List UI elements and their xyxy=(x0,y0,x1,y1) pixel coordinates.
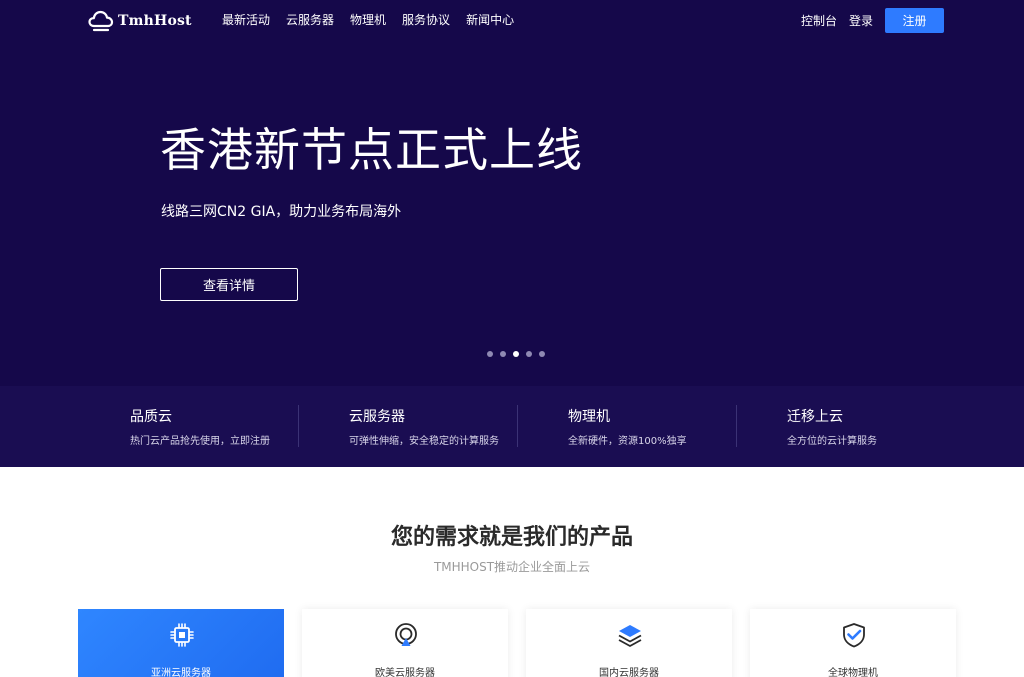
carousel-dots xyxy=(487,351,545,357)
hero-title: 香港新节点正式上线 xyxy=(160,123,583,177)
console-link[interactable]: 控制台 xyxy=(801,12,837,29)
carousel-dot-5[interactable] xyxy=(539,351,545,357)
hero-subtitle: 线路三网CN2 GIA，助力业务布局海外 xyxy=(161,204,402,220)
products-section-title: 您的需求就是我们的产品 xyxy=(390,525,633,550)
login-link[interactable]: 登录 xyxy=(849,12,873,29)
feature-title: 物理机 xyxy=(568,409,610,425)
brand-name: TmhHost xyxy=(118,13,192,29)
logo[interactable]: TmhHost xyxy=(88,8,192,34)
feature-desc: 全新硬件，资源100%独享 xyxy=(568,436,687,447)
feature-title: 云服务器 xyxy=(349,409,405,425)
product-card-label: 亚洲云服务器 xyxy=(151,668,211,677)
nav-item-promotions[interactable]: 最新活动 xyxy=(222,12,270,28)
feature-cloud-migration[interactable]: 迁移上云 全方位的云计算服务 xyxy=(737,386,956,467)
feature-physical-machine[interactable]: 物理机 全新硬件，资源100%独享 xyxy=(518,386,737,467)
shield-check-icon xyxy=(843,623,865,648)
feature-title: 品质云 xyxy=(130,409,172,425)
chip-icon xyxy=(170,623,194,647)
product-card-label: 国内云服务器 xyxy=(599,668,659,677)
nav-item-news[interactable]: 新闻中心 xyxy=(466,12,514,28)
product-card-label: 欧美云服务器 xyxy=(375,668,435,677)
carousel-dot-1[interactable] xyxy=(487,351,493,357)
top-nav: TmhHost 最新活动 云服务器 物理机 服务协议 新闻中心 控制台 登录 注… xyxy=(0,0,1024,40)
location-ring-icon xyxy=(395,623,417,646)
view-details-button[interactable]: 查看详情 xyxy=(160,268,298,301)
main-menu: 最新活动 云服务器 物理机 服务协议 新闻中心 xyxy=(222,12,514,28)
account-links: 控制台 登录 注册 xyxy=(801,8,944,33)
feature-desc: 可弹性伸缩，安全稳定的计算服务 xyxy=(349,436,499,447)
nav-item-cloud-servers[interactable]: 云服务器 xyxy=(286,12,334,28)
carousel-dot-3[interactable] xyxy=(513,351,519,357)
register-button[interactable]: 注册 xyxy=(885,8,944,33)
cloud-logo-icon xyxy=(88,10,114,32)
products-section-subtitle: TMHHOST推动企业全面上云 xyxy=(433,560,591,574)
product-cards: 亚洲云服务器 欧美云服务器 国内云服务器 全球物理机 xyxy=(78,609,956,677)
carousel-dot-2[interactable] xyxy=(500,351,506,357)
carousel-dot-4[interactable] xyxy=(526,351,532,357)
layers-icon xyxy=(618,625,642,647)
product-card-global-physical[interactable]: 全球物理机 xyxy=(750,609,956,677)
feature-cloud-server[interactable]: 云服务器 可弹性伸缩，安全稳定的计算服务 xyxy=(299,386,518,467)
feature-desc: 全方位的云计算服务 xyxy=(787,436,877,447)
feature-title: 迁移上云 xyxy=(787,409,843,425)
nav-item-physical-machines[interactable]: 物理机 xyxy=(350,12,386,28)
feature-bar: 品质云 热门云产品抢先使用，立即注册 云服务器 可弹性伸缩，安全稳定的计算服务 … xyxy=(0,386,1024,467)
product-card-asia-cloud[interactable]: 亚洲云服务器 xyxy=(78,609,284,677)
product-card-western-cloud[interactable]: 欧美云服务器 xyxy=(302,609,508,677)
product-card-label: 全球物理机 xyxy=(828,668,878,677)
feature-quality-cloud[interactable]: 品质云 热门云产品抢先使用，立即注册 xyxy=(80,386,299,467)
feature-desc: 热门云产品抢先使用，立即注册 xyxy=(130,436,270,447)
hero-banner: TmhHost 最新活动 云服务器 物理机 服务协议 新闻中心 控制台 登录 注… xyxy=(0,0,1024,467)
product-card-domestic-cloud[interactable]: 国内云服务器 xyxy=(526,609,732,677)
nav-item-service-agreement[interactable]: 服务协议 xyxy=(402,12,450,28)
